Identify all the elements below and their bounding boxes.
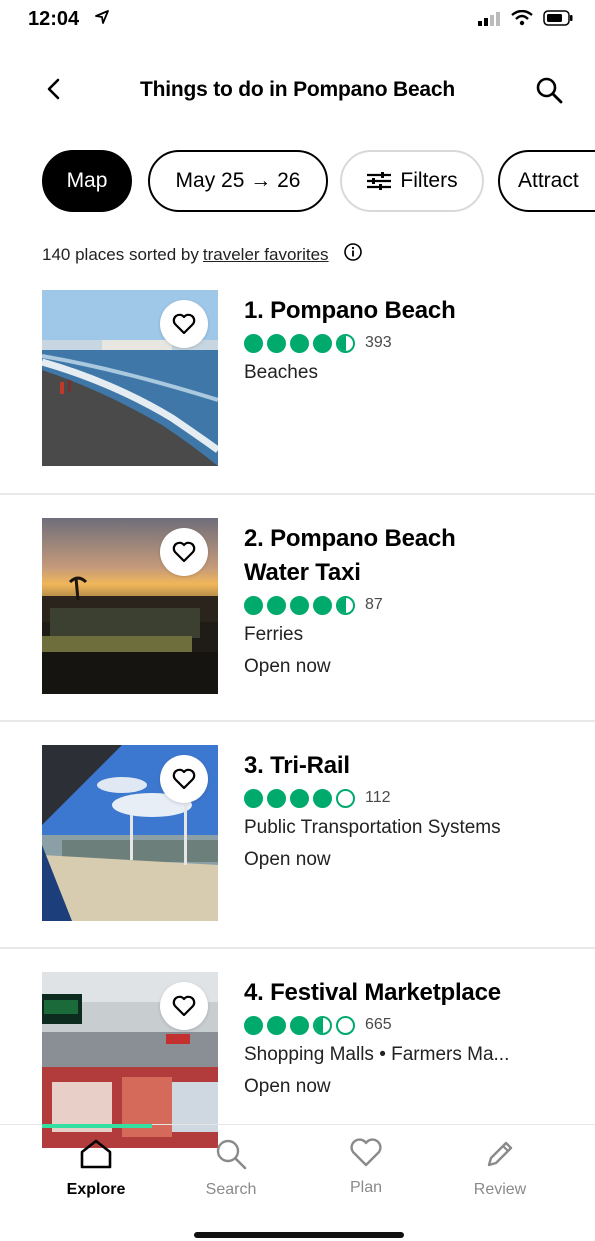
thumbnail-beach [42, 290, 218, 466]
summary-text: 140 places sorted by [42, 244, 199, 264]
home-indicator [194, 1232, 404, 1238]
rating-bubbles: 112 [244, 787, 584, 809]
map-chip[interactable]: Map [42, 150, 132, 212]
wifi-icon [511, 9, 533, 31]
status-bar: 12:04 [0, 0, 595, 40]
status-time: 12:04 [28, 8, 80, 30]
nav-review[interactable]: Review [450, 1138, 550, 1199]
heart-icon [172, 313, 196, 335]
save-heart-button[interactable] [160, 982, 208, 1030]
pencil-icon [487, 1141, 513, 1167]
date-chip[interactable]: May 25 → 26 [148, 150, 328, 212]
item-title: 2. Pompano Beach Water Taxi [244, 525, 456, 586]
search-icon [216, 1139, 247, 1170]
save-heart-button[interactable] [160, 755, 208, 803]
bottom-nav: Explore Search Plan Review [0, 1130, 595, 1210]
rating-bubbles: 87 [244, 594, 584, 616]
item-title: 4. Festival Marketplace [244, 979, 501, 1006]
rating-bubbles: 665 [244, 1014, 584, 1036]
battery-icon [543, 10, 573, 31]
save-heart-button[interactable] [160, 300, 208, 348]
heart-icon [350, 1138, 382, 1167]
rating-bubbles: 393 [244, 332, 584, 354]
sort-link[interactable]: traveler favorites [203, 245, 329, 265]
thumbnail-water-taxi [42, 518, 218, 694]
search-button[interactable] [533, 74, 565, 106]
item-title: 3. Tri-Rail [244, 752, 350, 779]
heart-icon [172, 995, 196, 1017]
item-category: Public Transportation Systems [244, 817, 501, 838]
open-status: Open now [244, 656, 331, 677]
search-icon [536, 77, 563, 104]
location-arrow-icon [94, 9, 110, 30]
filter-chips: Map May 25 → 26 Filters Attract [42, 150, 595, 212]
filters-chip[interactable]: Filters [340, 150, 484, 212]
signal-icon [477, 10, 501, 31]
thumbnail-tri-rail [42, 745, 218, 921]
item-category: Beaches [244, 362, 318, 383]
heart-icon [172, 768, 196, 790]
item-category: Shopping Malls • Farmers Ma... [244, 1044, 510, 1065]
scroll-progress-indicator [42, 1124, 152, 1128]
review-count: 112 [365, 789, 391, 806]
page-title: Things to do in Pompano Beach [139, 78, 456, 101]
heart-icon [172, 541, 196, 563]
results-summary: 140 places sorted by traveler favorites [42, 242, 363, 267]
review-count: 87 [365, 596, 383, 613]
nav-explore[interactable]: Explore [46, 1138, 146, 1199]
open-status: Open now [244, 1076, 331, 1097]
divider [0, 493, 595, 495]
open-status: Open now [244, 849, 331, 870]
nav-search-label: Search [205, 1181, 257, 1198]
save-heart-button[interactable] [160, 528, 208, 576]
thumbnail-festival-marketplace [42, 972, 218, 1148]
item-title: 1. Pompano Beach [244, 297, 456, 324]
divider [0, 720, 595, 722]
info-icon[interactable] [343, 242, 363, 267]
filters-label: Filters [400, 169, 458, 192]
nav-plan-label: Plan [349, 1179, 383, 1196]
nav-search[interactable]: Search [181, 1138, 281, 1199]
nav-explore-label: Explore [66, 1181, 126, 1198]
nav-review-label: Review [473, 1181, 527, 1198]
sliders-icon [367, 172, 392, 190]
review-count: 665 [365, 1016, 392, 1033]
divider [0, 947, 595, 949]
nav-plan[interactable]: Plan [316, 1138, 416, 1197]
top-bar: Things to do in Pompano Beach [0, 66, 595, 114]
home-icon [80, 1139, 112, 1169]
item-category: Ferries [244, 624, 304, 645]
attractions-chip[interactable]: Attract [498, 150, 595, 212]
review-count: 393 [365, 334, 392, 351]
